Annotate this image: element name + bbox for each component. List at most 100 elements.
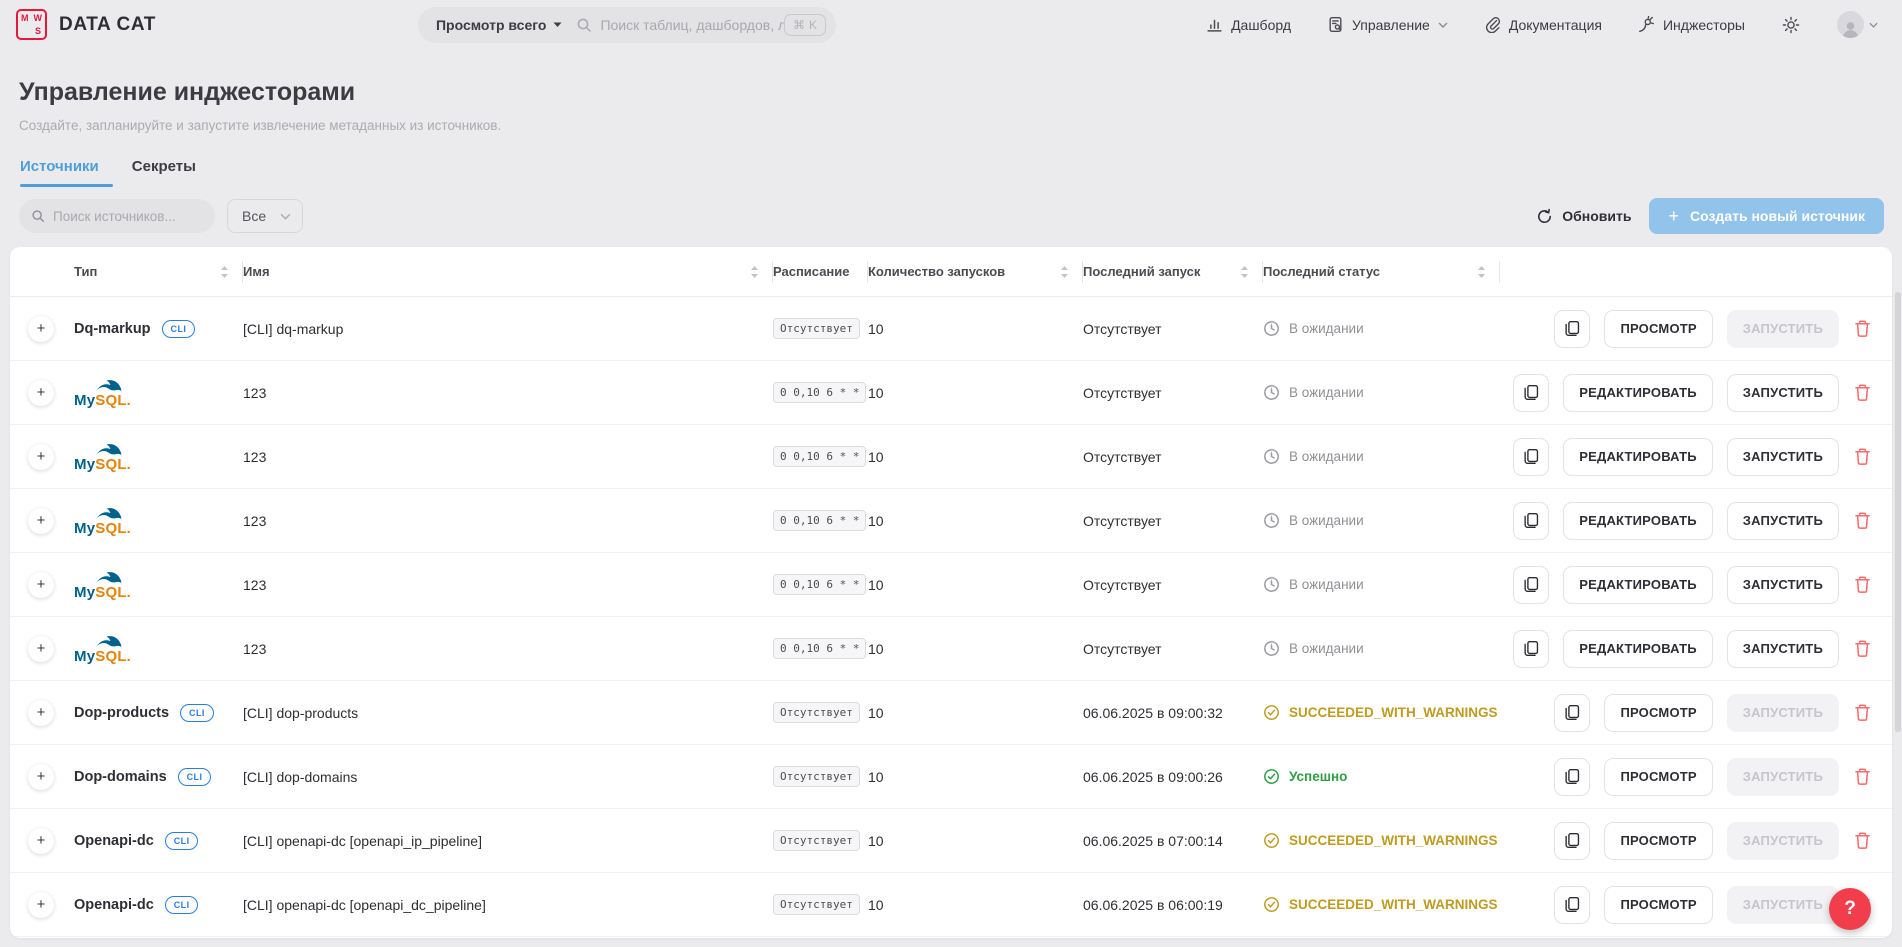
sources-search-input[interactable] [53, 209, 203, 224]
copy-button[interactable] [1554, 310, 1590, 348]
run-button[interactable]: ЗАПУСТИТЬ [1727, 630, 1839, 668]
expand-row-button[interactable]: + [28, 444, 54, 470]
view-button[interactable]: ПРОСМОТР [1604, 822, 1712, 860]
table-row: + MySQL. 123 0 0,10 6 * * 10 Отсутствует… [10, 489, 1892, 553]
run-button[interactable]: ЗАПУСТИТЬ [1727, 310, 1839, 348]
type-cell: Openapi-dc CLI [74, 832, 243, 850]
column-header-last-run[interactable]: Последний запуск [1083, 247, 1263, 296]
run-button[interactable]: ЗАПУСТИТЬ [1727, 886, 1839, 924]
run-count: 10 [868, 321, 884, 337]
edit-button[interactable]: РЕДАКТИРОВАТЬ [1563, 630, 1713, 668]
mysql-logo: MySQL. [74, 569, 131, 600]
delete-button[interactable] [1853, 319, 1872, 338]
delete-button[interactable] [1853, 639, 1872, 658]
delete-button[interactable] [1853, 447, 1872, 466]
run-button[interactable]: ЗАПУСТИТЬ [1727, 374, 1839, 412]
help-button[interactable]: ? [1829, 888, 1871, 930]
plus-icon: + [1668, 207, 1679, 225]
expand-row-button[interactable]: + [28, 892, 54, 918]
clock-icon [1263, 512, 1280, 529]
copy-button[interactable] [1513, 438, 1549, 476]
copy-button[interactable] [1513, 374, 1549, 412]
edit-button[interactable]: РЕДАКТИРОВАТЬ [1563, 502, 1713, 540]
run-button[interactable]: ЗАПУСТИТЬ [1727, 566, 1839, 604]
type-filter-dropdown[interactable]: Все [227, 199, 303, 233]
edit-button[interactable]: РЕДАКТИРОВАТЬ [1563, 566, 1713, 604]
delete-button[interactable] [1853, 383, 1872, 402]
dolphin-icon [74, 569, 123, 585]
expand-row-button[interactable]: + [28, 636, 54, 662]
delete-button[interactable] [1853, 831, 1872, 850]
edit-button[interactable]: РЕДАКТИРОВАТЬ [1563, 374, 1713, 412]
expand-row-button[interactable]: + [28, 316, 54, 342]
sort-icon[interactable] [220, 265, 229, 279]
column-header-run-count[interactable]: Количество запусков [868, 247, 1083, 296]
copy-button[interactable] [1554, 822, 1590, 860]
expand-row-button[interactable]: + [28, 764, 54, 790]
sort-icon[interactable] [1060, 265, 1069, 279]
copy-button[interactable] [1513, 566, 1549, 604]
delete-button[interactable] [1853, 511, 1872, 530]
global-search-input[interactable] [600, 17, 784, 33]
tab-sources[interactable]: Источники [20, 158, 119, 187]
expand-row-button[interactable]: + [28, 572, 54, 598]
type-cell: Dop-products CLI [74, 704, 243, 722]
mysql-wordmark: MySQL. [74, 585, 131, 600]
sort-icon[interactable] [1477, 265, 1486, 279]
mysql-wordmark: MySQL. [74, 521, 131, 536]
cli-badge: CLI [180, 704, 214, 722]
scope-dropdown[interactable]: Просмотр всего [436, 17, 562, 33]
run-button[interactable]: ЗАПУСТИТЬ [1727, 758, 1839, 796]
expand-row-button[interactable]: + [28, 508, 54, 534]
run-button[interactable]: ЗАПУСТИТЬ [1727, 694, 1839, 732]
delete-button[interactable] [1853, 767, 1872, 786]
clock-icon [1263, 576, 1280, 593]
view-button[interactable]: ПРОСМОТР [1604, 758, 1712, 796]
mysql-logo: MySQL. [74, 441, 131, 472]
sort-icon[interactable] [750, 265, 759, 279]
mysql-wordmark: MySQL. [74, 457, 131, 472]
column-header-type[interactable]: Тип [74, 247, 243, 296]
delete-button[interactable] [1853, 703, 1872, 722]
run-button[interactable]: ЗАПУСТИТЬ [1727, 822, 1839, 860]
delete-button[interactable] [1853, 575, 1872, 594]
table-row: + Dq-markup CLI [CLI] dq-markup Отсутств… [10, 297, 1892, 361]
create-source-button[interactable]: + Создать новый источник [1649, 198, 1884, 234]
schedule-badge: 0 0,10 6 * * [773, 382, 866, 403]
nav-management[interactable]: Управление [1327, 16, 1448, 33]
expand-row-button[interactable]: + [28, 700, 54, 726]
expand-row-button[interactable]: + [28, 380, 54, 406]
run-button[interactable]: ЗАПУСТИТЬ [1727, 502, 1839, 540]
copy-button[interactable] [1554, 758, 1590, 796]
view-button[interactable]: ПРОСМОТР [1604, 886, 1712, 924]
copy-button[interactable] [1554, 886, 1590, 924]
edit-button[interactable]: РЕДАКТИРОВАТЬ [1563, 438, 1713, 476]
nav-dashboard[interactable]: Дашборд [1206, 16, 1291, 33]
expand-row-button[interactable]: + [28, 828, 54, 854]
schedule-badge: Отсутствует [773, 830, 860, 851]
column-header-name[interactable]: Имя [243, 247, 773, 296]
user-menu[interactable] [1837, 11, 1878, 38]
refresh-label: Обновить [1562, 208, 1631, 224]
tab-secrets[interactable]: Секреты [132, 158, 216, 187]
check-circle-icon [1263, 896, 1280, 913]
run-count: 10 [868, 385, 884, 401]
copy-button[interactable] [1554, 694, 1590, 732]
logo-letter-m: M [21, 13, 29, 23]
nav-ingestors[interactable]: Инджесторы [1638, 16, 1745, 33]
view-button[interactable]: ПРОСМОТР [1604, 694, 1712, 732]
column-header-last-status[interactable]: Последний статус [1263, 247, 1500, 296]
refresh-button[interactable]: Обновить [1536, 208, 1631, 225]
cli-badge: CLI [165, 832, 199, 850]
scrollbar-thumb[interactable] [1895, 292, 1901, 732]
schedule-badge: Отсутствует [773, 318, 860, 339]
settings-gear-icon[interactable] [1781, 15, 1801, 35]
view-button[interactable]: ПРОСМОТР [1604, 310, 1712, 348]
copy-button[interactable] [1513, 630, 1549, 668]
nav-documentation[interactable]: Документация [1484, 16, 1602, 33]
sort-icon[interactable] [1240, 265, 1249, 279]
status-text: SUCCEEDED_WITH_WARNINGS [1289, 897, 1498, 912]
run-button[interactable]: ЗАПУСТИТЬ [1727, 438, 1839, 476]
copy-button[interactable] [1513, 502, 1549, 540]
mws-logo[interactable]: M W S [16, 9, 47, 40]
